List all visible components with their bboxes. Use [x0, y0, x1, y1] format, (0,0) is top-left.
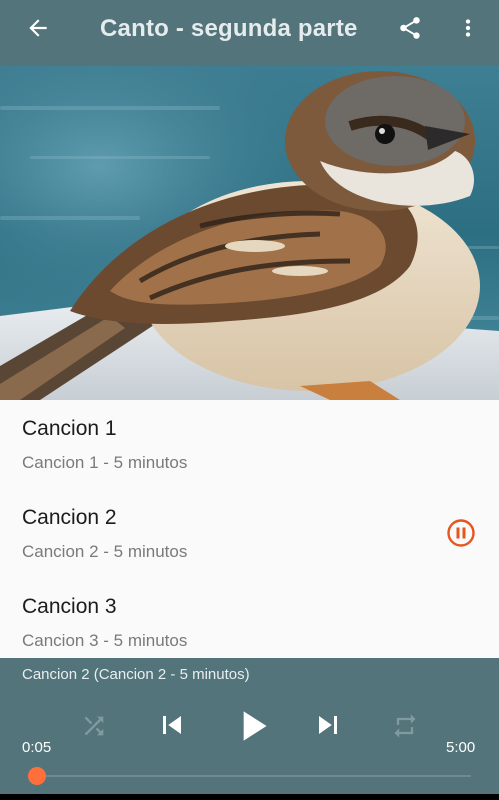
elapsed-time: 0:05: [22, 739, 52, 756]
song-subtitle: Cancion 3 - 5 minutos: [22, 631, 188, 650]
header-image: [0, 66, 499, 400]
seek-thumb[interactable]: [28, 767, 46, 785]
skip-next-icon: [319, 716, 337, 734]
song-subtitle: Cancion 1 - 5 minutos: [22, 453, 188, 472]
shuffle-button[interactable]: [76, 708, 112, 744]
now-playing-text: Cancion 2 (Cancion 2 - 5 minutos): [22, 666, 250, 683]
player-bar: Cancion 2 (Cancion 2 - 5 minutos) 0:05 5…: [0, 658, 499, 794]
song-title: Cancion 3: [22, 595, 117, 618]
repeat-button[interactable]: [387, 708, 423, 744]
more-options-button[interactable]: [448, 8, 488, 48]
song-title: Cancion 1: [22, 417, 117, 440]
top-app-bar: Canto - segunda parte: [0, 0, 499, 66]
song-title: Cancion 2: [22, 506, 117, 529]
song-list: Cancion 1 Cancion 1 - 5 minutos Cancion …: [0, 400, 499, 658]
seek-bar[interactable]: [28, 767, 471, 785]
share-icon: [400, 17, 420, 39]
previous-button[interactable]: [151, 704, 193, 746]
pause-circle-icon: [447, 519, 475, 547]
system-nav-bar: [0, 794, 499, 800]
list-item[interactable]: Cancion 1 Cancion 1 - 5 minutos: [0, 400, 499, 489]
pause-button[interactable]: [445, 517, 477, 549]
share-button[interactable]: [390, 8, 430, 48]
list-item[interactable]: Cancion 2 Cancion 2 - 5 minutos: [0, 489, 499, 578]
back-button[interactable]: [18, 8, 58, 48]
list-item[interactable]: Cancion 3 Cancion 3 - 5 minutos: [0, 578, 499, 658]
skip-previous-icon: [163, 716, 181, 734]
total-duration: 5:00: [446, 739, 476, 756]
repeat-icon: [394, 714, 416, 738]
sparrow-illustration: [0, 66, 499, 400]
play-icon: [243, 711, 267, 741]
next-button[interactable]: [307, 704, 349, 746]
more-vert-icon: [465, 19, 471, 37]
page-title: Canto - segunda parte: [100, 15, 358, 42]
arrow-back-icon: [29, 19, 47, 37]
play-button[interactable]: [226, 700, 278, 752]
shuffle-icon: [84, 716, 104, 736]
music-app: Canto - segunda parte Cancion 1 Cancion …: [0, 0, 499, 800]
song-subtitle: Cancion 2 - 5 minutos: [22, 542, 188, 561]
